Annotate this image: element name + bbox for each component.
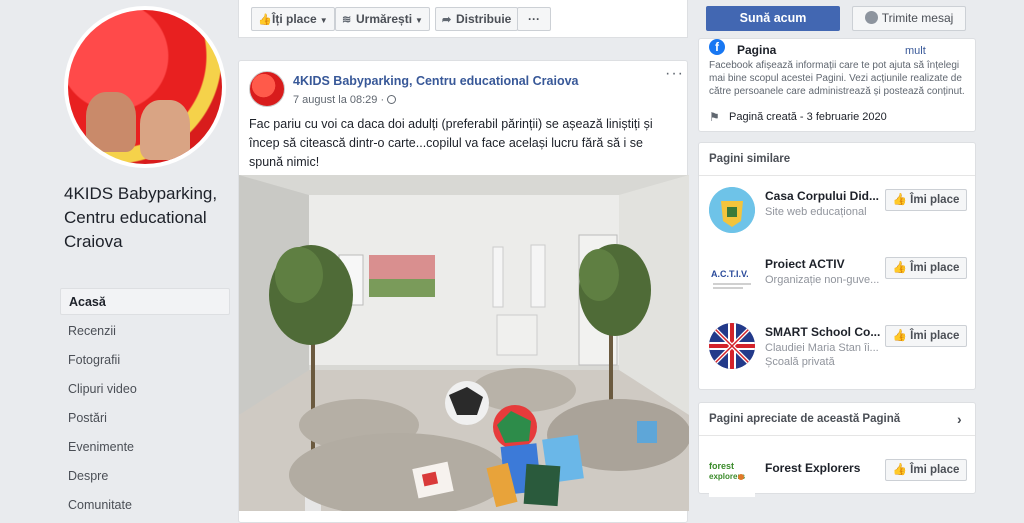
- chevron-down-icon: ▼: [415, 16, 423, 25]
- page-category: Organizație non-guve...: [765, 274, 880, 286]
- follow-button[interactable]: ≋ Urmărești ▼: [335, 7, 430, 31]
- list-item: forest explorers Forest Explorers 👍 Îmi p…: [709, 451, 971, 507]
- nav-item-reviews[interactable]: Recenzii: [60, 317, 230, 346]
- thumbs-up-icon: 👍: [258, 14, 272, 26]
- page-category: Școală privată: [765, 356, 835, 368]
- page-name[interactable]: SMART School Co...: [765, 325, 880, 339]
- transparency-description: Facebook afișează informații care te pot…: [709, 60, 965, 97]
- post-timestamp[interactable]: 7 august la 08:29 ·: [293, 94, 397, 106]
- send-message-label: Trimite mesaj: [881, 11, 954, 25]
- liked-pages-card: Pagini apreciate de această Pagină › for…: [698, 402, 976, 497]
- page-logo[interactable]: [709, 187, 755, 233]
- child-figure: [140, 100, 190, 160]
- post-photo[interactable]: [239, 175, 689, 511]
- similar-pages-title: Pagini similare: [709, 153, 791, 165]
- post-options-button[interactable]: ···: [665, 65, 684, 83]
- chevron-down-icon: ▼: [319, 16, 328, 25]
- svg-text:forest: forest: [709, 461, 734, 471]
- profile-picture[interactable]: [64, 6, 226, 168]
- list-item: A.C.T.I.V. Proiect ACTIV Organizație non…: [709, 255, 971, 311]
- share-button[interactable]: ➦ Distribuie: [435, 7, 519, 31]
- follow-label: Urmărești: [356, 12, 413, 26]
- post-timestamp-text: 7 august la 08:29 ·: [293, 94, 385, 106]
- post-author-link[interactable]: 4KIDS Babyparking, Centru educational Cr…: [293, 74, 579, 88]
- globe-icon: [387, 95, 397, 104]
- like-button-label: Îmi place: [910, 262, 960, 274]
- page-logo[interactable]: A.C.T.I.V.: [709, 255, 755, 301]
- page-transparency-card: f Pagina mult Facebook afișează informaț…: [698, 38, 976, 132]
- page-name[interactable]: Proiect ACTIV: [765, 257, 845, 271]
- forest-explorers-logo: forestexplorers: [709, 451, 755, 497]
- page-title[interactable]: 4KIDS Babyparking, Centru educational Cr…: [64, 182, 234, 254]
- list-item: Casa Corpului Did... Site web educaționa…: [709, 187, 971, 243]
- nav-item-photos[interactable]: Fotografii: [60, 346, 230, 375]
- like-page-label: Îți place: [272, 12, 317, 26]
- nav-item-posts[interactable]: Postări: [60, 404, 230, 433]
- like-button-label: Îmi place: [910, 330, 960, 342]
- like-button-label: Îmi place: [910, 194, 960, 206]
- liked-pages-title: Pagini apreciate de această Pagină: [709, 413, 901, 425]
- share-icon: ➦: [442, 14, 452, 26]
- list-item: SMART School Co... Claudiei Maria Stan î…: [709, 323, 971, 379]
- like-page-button[interactable]: 👍 Îmi place: [885, 257, 967, 279]
- page-name[interactable]: Casa Corpului Did...: [765, 189, 879, 203]
- like-page-button[interactable]: 👍 Îmi place: [885, 189, 967, 211]
- like-page-button[interactable]: 👍 Îmi place: [885, 459, 967, 481]
- more-options-button[interactable]: ···: [517, 7, 551, 31]
- page-logo[interactable]: forest explorers: [709, 451, 755, 497]
- thumbs-up-icon: 👍: [892, 464, 907, 476]
- transparency-title: Pagina: [737, 43, 777, 57]
- page-action-bar: 👍Îți place ▼ ≋ Urmărești ▼ ➦ Distribuie ···: [238, 0, 688, 38]
- messenger-icon: [864, 11, 878, 24]
- child-figure: [86, 92, 136, 152]
- page-relation: Claudiei Maria Stan îi...: [765, 342, 879, 354]
- post-text: Fac pariu cu voi ca daca doi adulți (pre…: [249, 117, 653, 169]
- facebook-icon: f: [709, 39, 725, 55]
- similar-pages-card: Pagini similare Casa Corpului Did... Sit…: [698, 142, 976, 390]
- nav-item-home[interactable]: Acasă: [60, 288, 230, 315]
- nav-item-videos[interactable]: Clipuri video: [60, 375, 230, 404]
- send-message-button[interactable]: Trimite mesaj: [852, 6, 966, 31]
- page-name[interactable]: Forest Explorers: [765, 461, 860, 475]
- page-nav: Acasă Recenzii Fotografii Clipuri video …: [60, 288, 230, 520]
- thumbs-up-icon: 👍: [892, 194, 907, 206]
- nav-item-events[interactable]: Evenimente: [60, 433, 230, 462]
- page-created-date: Pagină creată - 3 februarie 2020: [729, 111, 887, 123]
- divider: [699, 435, 975, 436]
- nav-item-about[interactable]: Despre: [60, 462, 230, 491]
- rss-icon: ≋: [342, 14, 352, 26]
- post-card: 4KIDS Babyparking, Centru educational Cr…: [238, 60, 689, 523]
- like-button-label: Îmi place: [910, 464, 960, 476]
- like-page-button[interactable]: 👍 Îmi place: [885, 325, 967, 347]
- nav-item-community[interactable]: Comunitate: [60, 491, 230, 520]
- post-author-avatar[interactable]: [249, 71, 285, 107]
- thumbs-up-icon: 👍: [892, 330, 907, 342]
- page-logo[interactable]: [709, 323, 755, 369]
- call-now-button[interactable]: Sună acum: [706, 6, 840, 31]
- like-page-button[interactable]: 👍Îți place ▼: [251, 7, 335, 31]
- share-label: Distribuie: [456, 12, 512, 26]
- svg-text:A.C.T.I.V.: A.C.T.I.V.: [711, 269, 749, 279]
- see-more-link[interactable]: mult: [905, 45, 926, 57]
- page-category: Site web educațional: [765, 206, 867, 218]
- divider: [699, 175, 975, 176]
- flag-icon: ⚑: [709, 110, 720, 124]
- chevron-right-icon[interactable]: ›: [957, 411, 962, 427]
- thumbs-up-icon: 👍: [892, 262, 907, 274]
